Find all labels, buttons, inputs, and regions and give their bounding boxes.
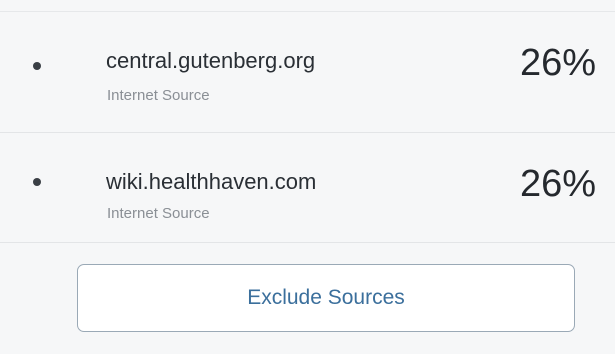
source-row[interactable]: central.gutenberg.org Internet Source 26… [0,12,615,122]
source-name: wiki.healthhaven.com [106,169,317,194]
source-type: Internet Source [107,205,210,222]
exclude-sources-button[interactable]: Exclude Sources [77,264,575,332]
source-name: central.gutenberg.org [106,48,316,73]
bottom-divider [0,242,615,243]
bullet-icon [33,178,41,186]
bullet-icon [33,62,41,70]
match-percentage: 26% [520,42,597,84]
match-percentage: 26% [520,163,597,205]
source-match-panel: central.gutenberg.org Internet Source 26… [0,0,615,354]
source-type: Internet Source [107,87,210,104]
source-row[interactable]: wiki.healthhaven.com Internet Source 26% [0,133,615,243]
